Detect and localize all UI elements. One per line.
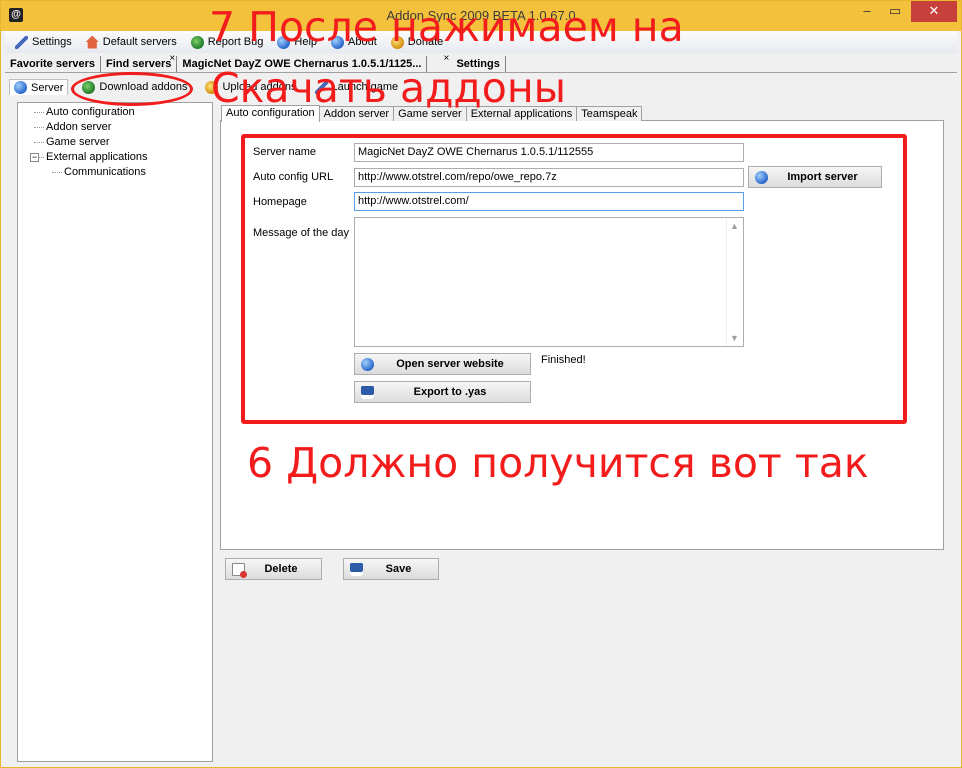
settings-button[interactable]: Settings <box>15 35 72 49</box>
tree-item-addon-server[interactable]: Addon server <box>22 120 208 135</box>
floppy-disk-icon <box>350 562 363 576</box>
default-servers-label: Default servers <box>102 36 177 48</box>
home-icon <box>85 35 99 49</box>
delete-label: Delete <box>264 563 298 575</box>
save-label: Save <box>385 563 412 575</box>
pencil-icon <box>15 35 28 49</box>
collapse-icon[interactable]: − <box>30 153 39 162</box>
minimize-button[interactable]: – <box>853 1 881 22</box>
app-window: @ Addon Sync 2009 BETA 1.0.67.0 – ▭ ✕ Se… <box>0 0 962 768</box>
tab-close-icon[interactable]: × <box>443 53 449 64</box>
tab-teamspeak[interactable]: Teamspeak <box>576 106 643 121</box>
settings-label: Settings <box>32 36 72 48</box>
gear-icon <box>14 81 27 94</box>
server-button[interactable]: Server <box>9 79 69 95</box>
server-label: Server <box>31 81 64 94</box>
tab-close-icon[interactable]: × <box>169 53 175 64</box>
maximize-button[interactable]: ▭ <box>881 1 909 22</box>
settings-tree: Auto configuration Addon server Game ser… <box>17 102 213 762</box>
close-button[interactable]: ✕ <box>911 1 957 22</box>
delete-icon <box>232 562 247 578</box>
tree-item-external-applications[interactable]: − External applications <box>22 150 208 165</box>
bug-icon <box>190 35 204 49</box>
annotation-step-6: 6 Должно получится вот так <box>247 439 869 487</box>
tab-find-servers[interactable]: Find servers <box>101 56 178 72</box>
tree-item-communications[interactable]: Communications <box>22 165 208 180</box>
annotation-highlight-box <box>241 134 907 424</box>
tree-item-auto-configuration[interactable]: Auto configuration <box>22 105 208 120</box>
default-servers-button[interactable]: Default servers <box>85 35 177 49</box>
tree-item-external-applications-label: External applications <box>46 151 148 163</box>
save-button[interactable]: Save <box>343 558 439 580</box>
tab-favorite-servers[interactable]: Favorite servers <box>5 56 101 72</box>
annotation-step-7-line2: Скачать аддоны <box>211 64 567 112</box>
delete-button[interactable]: Delete <box>225 558 322 580</box>
annotation-highlight-ellipse <box>71 72 193 106</box>
tree-item-game-server[interactable]: Game server <box>22 135 208 150</box>
annotation-step-7: 7 После нажимаем на <box>209 3 684 51</box>
